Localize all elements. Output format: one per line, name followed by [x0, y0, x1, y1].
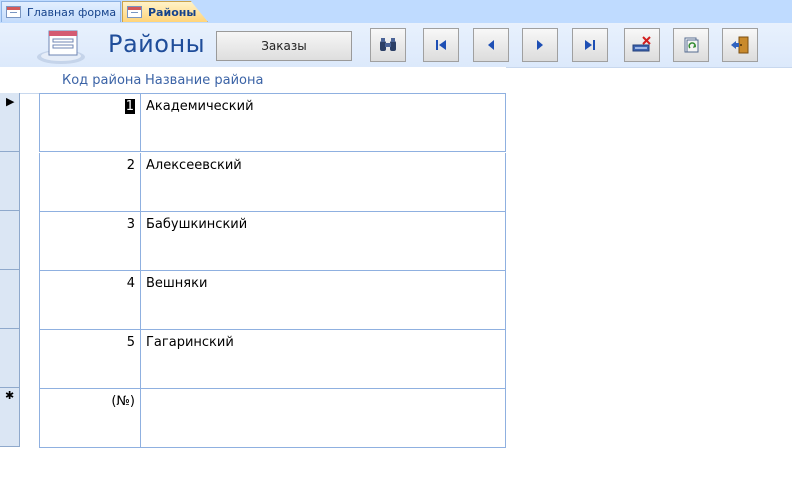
find-button[interactable] — [370, 28, 406, 62]
column-header-code[interactable]: Код района — [62, 67, 141, 93]
first-record-button[interactable] — [423, 28, 459, 62]
table-row: 1 Академический — [39, 93, 506, 152]
close-form-button[interactable] — [722, 28, 758, 62]
district-name-cell[interactable] — [141, 389, 505, 447]
district-code-cell[interactable]: 5 — [40, 330, 141, 388]
table-row: 4 Вешняки — [39, 271, 506, 330]
refresh-button[interactable] — [673, 28, 709, 62]
record-selector[interactable] — [0, 211, 19, 270]
district-code-cell[interactable]: 4 — [40, 271, 141, 329]
delete-record-button[interactable] — [624, 28, 660, 62]
record-selector[interactable]: ▶ — [0, 93, 19, 152]
first-record-icon — [436, 40, 446, 50]
tab-main-form[interactable]: Главная форма — [1, 1, 121, 22]
tab-label: Главная форма — [27, 5, 117, 19]
table-row: 3 Бабушкинский — [39, 212, 506, 271]
current-record-icon: ▶ — [6, 95, 15, 108]
table-row: 5 Гагаринский — [39, 330, 506, 389]
record-selector[interactable] — [0, 152, 19, 211]
binoculars-icon — [380, 38, 396, 51]
orders-button[interactable]: Заказы — [216, 31, 352, 61]
district-code-cell[interactable]: 3 — [40, 212, 141, 270]
last-record-button[interactable] — [572, 28, 608, 62]
form-icon — [6, 6, 21, 18]
district-name-cell[interactable]: Бабушкинский — [141, 212, 505, 270]
refresh-icon — [684, 37, 699, 53]
document-tab-strip: Главная форма Районы — [0, 0, 792, 23]
record-selector[interactable]: ✱ — [0, 388, 19, 447]
tab-label: Районы — [148, 5, 197, 19]
new-record-icon: ✱ — [5, 389, 15, 402]
last-record-icon — [585, 40, 595, 50]
form-title: Районы — [108, 30, 206, 58]
next-record-button[interactable] — [522, 28, 558, 62]
previous-record-icon — [488, 40, 494, 50]
table-row: 2 Алексеевский — [39, 153, 506, 212]
record-selector[interactable] — [0, 329, 19, 388]
form-icon — [127, 6, 142, 18]
column-header-name[interactable]: Название района — [145, 67, 263, 93]
record-selector-column: ▶ ✱ — [0, 93, 20, 447]
district-name-cell[interactable]: Гагаринский — [141, 330, 505, 388]
delete-record-icon — [632, 36, 651, 52]
new-record-row: (№) — [39, 389, 506, 448]
district-name-cell[interactable]: Академический — [141, 94, 505, 151]
district-code-cell[interactable]: (№) — [40, 389, 141, 447]
tab-districts[interactable]: Районы — [122, 1, 208, 22]
form-logo-icon — [37, 30, 85, 64]
record-selector[interactable] — [0, 270, 19, 329]
district-code-cell[interactable]: 2 — [40, 153, 141, 211]
exit-door-icon — [731, 36, 749, 54]
district-code-cell[interactable]: 1 — [40, 94, 141, 151]
form-header: Районы Заказы — [0, 23, 792, 68]
district-name-cell[interactable]: Вешняки — [141, 271, 505, 329]
district-code-value: 1 — [124, 99, 135, 114]
previous-record-button[interactable] — [473, 28, 509, 62]
district-name-cell[interactable]: Алексеевский — [141, 153, 505, 211]
next-record-icon — [537, 40, 543, 50]
